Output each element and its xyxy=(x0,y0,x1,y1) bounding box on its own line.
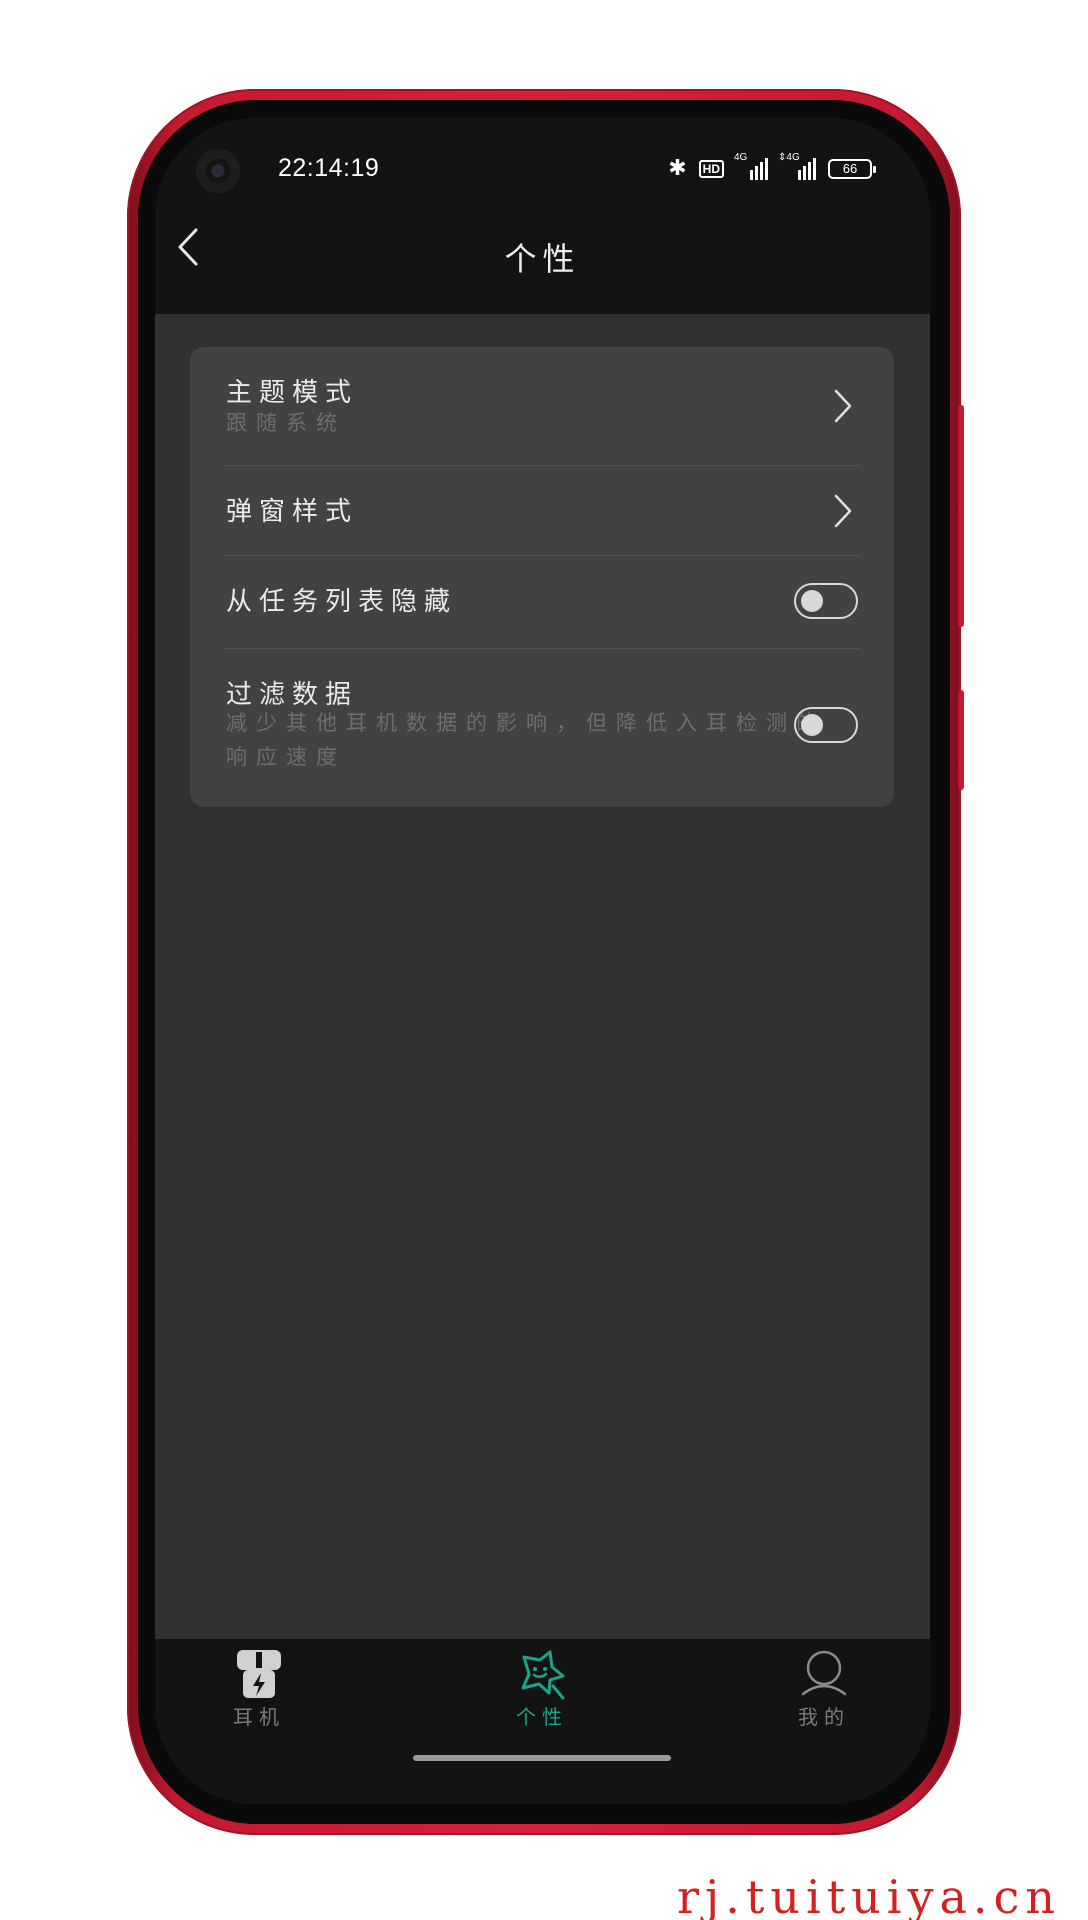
star-face-icon xyxy=(521,1650,565,1700)
filter-data-description: 减少其他耳机数据的影响，但降低入耳检测的 xyxy=(226,711,826,735)
filter-data-description-2: 响应速度 xyxy=(226,745,346,769)
hide-from-tasks-label: 从任务列表隐藏 xyxy=(226,587,458,617)
nav-earbuds[interactable]: 耳机 xyxy=(169,1647,349,1730)
home-indicator[interactable] xyxy=(413,1755,671,1761)
nav-mine-label: 我的 xyxy=(798,1705,850,1729)
bluetooth-icon: ✱ xyxy=(668,156,687,181)
filter-data-toggle[interactable] xyxy=(794,707,858,743)
chevron-right-icon xyxy=(828,386,858,426)
volume-button xyxy=(958,405,964,627)
top-bar: 22:14:19 ✱ HD 4G ⇕4G 66 个性 xyxy=(155,118,930,314)
status-time: 22:14:19 xyxy=(278,154,380,182)
popup-style-label: 弹窗样式 xyxy=(226,497,359,527)
signal-icon-2: ⇕4G xyxy=(778,152,816,180)
signal-label-2: ⇕4G xyxy=(778,151,800,163)
person-icon xyxy=(801,1650,847,1696)
setting-filter-data: 过滤数据 减少其他耳机数据的影响，但降低入耳检测的 响应速度 xyxy=(190,649,894,807)
theme-mode-label: 主题模式 xyxy=(226,378,359,408)
toggle-knob xyxy=(801,590,823,612)
setting-hide-from-tasks: 从任务列表隐藏 xyxy=(190,556,894,648)
status-icons: ✱ HD 4G ⇕4G 66 xyxy=(668,152,876,181)
setting-popup-style[interactable]: 弹窗样式 xyxy=(190,466,894,556)
power-button xyxy=(958,690,964,790)
theme-mode-value: 跟随系统 xyxy=(226,411,346,435)
settings-card: 主题模式 跟随系统 弹窗样式 从任务列表隐藏 过滤数据 减少其他耳机数据的影响，… xyxy=(190,347,894,807)
hide-from-tasks-toggle[interactable] xyxy=(794,583,858,619)
toggle-knob xyxy=(801,714,823,736)
chevron-right-icon xyxy=(828,491,858,531)
battery-level: 66 xyxy=(842,161,858,176)
watermark: rj.tuituiya.cn xyxy=(677,1870,1061,1920)
earbuds-icon xyxy=(237,1650,281,1698)
nav-mine[interactable]: 我的 xyxy=(734,1647,914,1730)
battery-icon: 66 xyxy=(828,158,876,179)
setting-theme-mode[interactable]: 主题模式 跟随系统 xyxy=(190,347,894,465)
signal-icon: 4G xyxy=(734,152,768,180)
nav-earbuds-label: 耳机 xyxy=(233,1705,285,1729)
bottom-nav: 耳机 个性 我的 xyxy=(155,1639,930,1804)
nav-personal-label: 个性 xyxy=(516,1705,568,1729)
hd-voice-icon: HD xyxy=(698,159,724,178)
nav-personal[interactable]: 个性 xyxy=(452,1647,632,1730)
screen: 22:14:19 ✱ HD 4G ⇕4G 66 个性 主题模式 跟随系统 弹窗样… xyxy=(155,118,930,1804)
signal-label: 4G xyxy=(734,151,748,163)
page-title: 个性 xyxy=(504,240,581,278)
front-camera xyxy=(196,149,240,193)
